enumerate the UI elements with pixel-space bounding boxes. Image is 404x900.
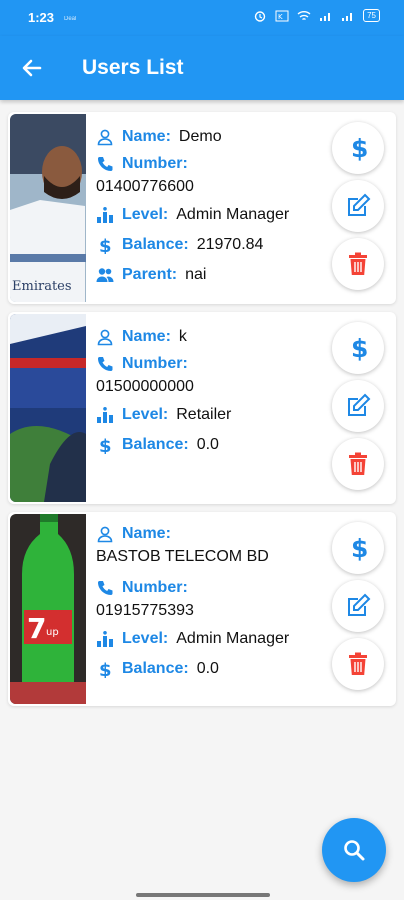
number-label: Number: — [122, 155, 188, 172]
user-level: Admin Manager — [176, 630, 290, 647]
card-actions — [332, 122, 384, 290]
search-fab-button[interactable] — [322, 818, 386, 882]
dollar-icon — [99, 660, 112, 678]
status-icons: K 75 — [253, 9, 380, 22]
edit-button[interactable] — [332, 580, 384, 632]
name-label: Name: — [122, 525, 171, 542]
level-bars-icon — [97, 631, 113, 647]
balance-label: Balance: — [122, 436, 189, 453]
signal-icon-2 — [342, 12, 353, 21]
user-name: BASTOB TELECOM BD — [96, 548, 269, 565]
user-balance: 21970.84 — [196, 236, 264, 253]
phone-icon — [98, 581, 113, 595]
person-icon — [97, 129, 113, 146]
edit-icon — [347, 594, 370, 617]
balance-button[interactable] — [332, 522, 384, 574]
balance-button[interactable] — [332, 322, 384, 374]
balance-label: Balance: — [122, 236, 189, 253]
level-bars-icon — [97, 207, 113, 223]
status-time: 1:23 — [28, 10, 55, 25]
app-bar: Users List — [0, 36, 404, 100]
balance-button[interactable] — [332, 122, 384, 174]
edit-button[interactable] — [332, 180, 384, 232]
user-photo — [10, 314, 86, 502]
wifi-icon — [297, 10, 311, 20]
number-label: Number: — [122, 579, 188, 596]
dollar-icon — [351, 135, 369, 161]
user-info: Name: BASTOB TELECOM BD Number: 01915775… — [96, 522, 326, 684]
level-label: Level: — [122, 630, 169, 647]
level-label: Level: — [122, 406, 169, 423]
dollar-icon — [351, 335, 369, 361]
user-card[interactable]: Emirates Name: Demo Number: 01400776600 L… — [8, 112, 396, 304]
user-number: 01400776600 — [96, 178, 194, 195]
user-number: 01915775393 — [96, 602, 194, 619]
card-actions — [332, 322, 384, 490]
edit-icon — [347, 194, 370, 217]
person-icon — [97, 526, 113, 543]
user-number: 01500000000 — [96, 378, 194, 395]
name-label: Name: — [122, 328, 171, 345]
user-balance: 0.0 — [196, 436, 219, 453]
user-name: k — [178, 328, 187, 345]
delete-button[interactable] — [332, 438, 384, 490]
data-speed-icon: K — [275, 10, 289, 21]
user-info: Name: Demo Number: 01400776600 Level: Admi… — [96, 122, 326, 290]
edit-button[interactable] — [332, 380, 384, 432]
people-icon — [96, 268, 114, 282]
svg-text:K: K — [278, 13, 283, 21]
svg-text:Emirates: Emirates — [12, 279, 72, 294]
alarm-icon — [254, 10, 266, 22]
user-balance: 0.0 — [196, 660, 219, 677]
signal-icon — [320, 12, 331, 21]
user-name: Demo — [178, 128, 222, 145]
user-info: Name: k Number: 01500000000 Level: Retaile… — [96, 322, 326, 460]
svg-text:7: 7 — [27, 612, 46, 645]
phone-icon — [98, 357, 113, 371]
trash-icon — [348, 651, 368, 676]
home-indicator[interactable] — [136, 893, 270, 897]
number-label: Number: — [122, 355, 188, 372]
page-title: Users List — [82, 56, 184, 79]
dollar-icon — [351, 535, 369, 561]
search-icon — [344, 840, 365, 861]
trash-icon — [348, 451, 368, 476]
delete-button[interactable] — [332, 638, 384, 690]
user-card[interactable]: Name: k Number: 01500000000 Level: Retaile… — [8, 312, 396, 504]
dollar-icon — [99, 236, 112, 254]
user-level: Retailer — [176, 406, 232, 423]
back-button[interactable] — [18, 54, 46, 82]
user-card[interactable]: 7 up Name: BASTOB TELECOM BD Number: 019… — [8, 512, 396, 706]
edit-icon — [347, 394, 370, 417]
status-small-text: Deal — [64, 16, 77, 22]
level-label: Level: — [122, 206, 169, 223]
user-level: Admin Manager — [176, 206, 290, 223]
dollar-icon — [99, 436, 112, 454]
level-bars-icon — [97, 407, 113, 423]
card-actions — [332, 522, 384, 690]
person-icon — [97, 329, 113, 346]
svg-text:up: up — [46, 627, 59, 638]
battery-indicator: 75 — [363, 9, 380, 22]
user-photo: 7 up — [10, 514, 86, 704]
trash-icon — [348, 251, 368, 276]
status-bar: 1:23 Deal K 75 — [0, 0, 404, 36]
phone-icon — [98, 157, 113, 171]
back-arrow-icon — [22, 59, 42, 77]
delete-button[interactable] — [332, 238, 384, 290]
parent-label: Parent: — [122, 266, 178, 283]
user-parent: nai — [185, 266, 207, 283]
balance-label: Balance: — [122, 660, 189, 677]
name-label: Name: — [122, 128, 171, 145]
user-photo: Emirates — [10, 114, 86, 302]
